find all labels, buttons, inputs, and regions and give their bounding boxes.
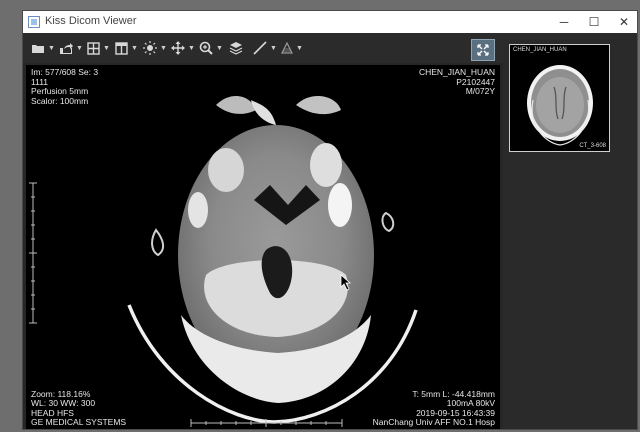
fullscreen-toggle-button[interactable]	[471, 39, 495, 61]
export-button[interactable]: ▼	[59, 39, 83, 57]
title-bar: Kiss Dicom Viewer ─ ☐ ✕	[23, 11, 637, 34]
layout-grid-button[interactable]: ▼	[87, 39, 110, 57]
overlay-bottom-right: T: 5mm L: -44.418mm 100mA 80kV 2019-09-1…	[372, 389, 495, 428]
window-title: Kiss Dicom Viewer	[45, 15, 137, 27]
series-thumbnail[interactable]: CHEN_JIAN_HUAN CT_3-608	[509, 44, 610, 152]
app-icon	[28, 16, 40, 28]
thumbnail-image	[527, 65, 593, 146]
thumbnail-patient-name: CHEN_JIAN_HUAN	[513, 47, 567, 53]
patient-sex-age-text: M/072Y	[465, 86, 495, 97]
series-layout-button[interactable]: ▼	[115, 39, 138, 57]
ct-scan-image[interactable]	[26, 65, 500, 429]
open-folder-button[interactable]: ▼	[31, 39, 55, 57]
overlay-top-right: CHEN_JIAN_HUAN P2102447 M/072Y	[419, 67, 495, 97]
open-folder-icon	[32, 45, 44, 53]
brightness-icon	[143, 41, 157, 55]
series-layout-icon	[115, 41, 128, 55]
measure-line-icon	[253, 41, 267, 55]
maximize-button[interactable]: ☐	[579, 11, 609, 33]
zoom-button[interactable]: ▼	[199, 39, 223, 57]
annotation-icon	[281, 42, 293, 54]
thumbnail-series-label: CT_3-608	[579, 143, 606, 149]
scalor-text: Scalor: 100mm	[31, 95, 89, 106]
app-window: Kiss Dicom Viewer ─ ☐ ✕ ▼ ▼ ▼ ▼ ▼ ▼ ▼ ▼	[22, 10, 638, 430]
brightness-button[interactable]: ▼	[143, 39, 167, 57]
measure-line-button[interactable]: ▼	[253, 39, 277, 57]
fullscreen-toggle-icon	[477, 44, 489, 56]
overlay-bottom-left: Zoom: 118.16% WL: 30 WW: 300 HEAD HFS GE…	[31, 389, 127, 428]
institution-text: NanChang Univ AFF NO.1 Hosp	[372, 417, 495, 428]
layout-grid-icon	[87, 41, 100, 55]
zoom-icon	[199, 41, 213, 55]
manufacturer-text: GE MEDICAL SYSTEMS	[31, 417, 127, 428]
layers-button[interactable]	[229, 39, 243, 57]
overlay-top-left: Im: 577/608 Se: 3 1111 Perfusion 5mm Sca…	[31, 67, 98, 106]
image-viewport[interactable]: Im: 577/608 Se: 3 1111 Perfusion 5mm Sca…	[26, 65, 500, 429]
layers-icon	[229, 42, 243, 55]
export-icon	[60, 43, 73, 54]
minimize-button[interactable]: ─	[549, 11, 579, 33]
pan-icon	[171, 41, 185, 55]
pan-button[interactable]: ▼	[171, 39, 195, 57]
annotation-button[interactable]: ▼	[281, 39, 303, 57]
close-button[interactable]: ✕	[609, 11, 637, 33]
series-panel: CHEN_JIAN_HUAN CT_3-608	[503, 39, 637, 429]
